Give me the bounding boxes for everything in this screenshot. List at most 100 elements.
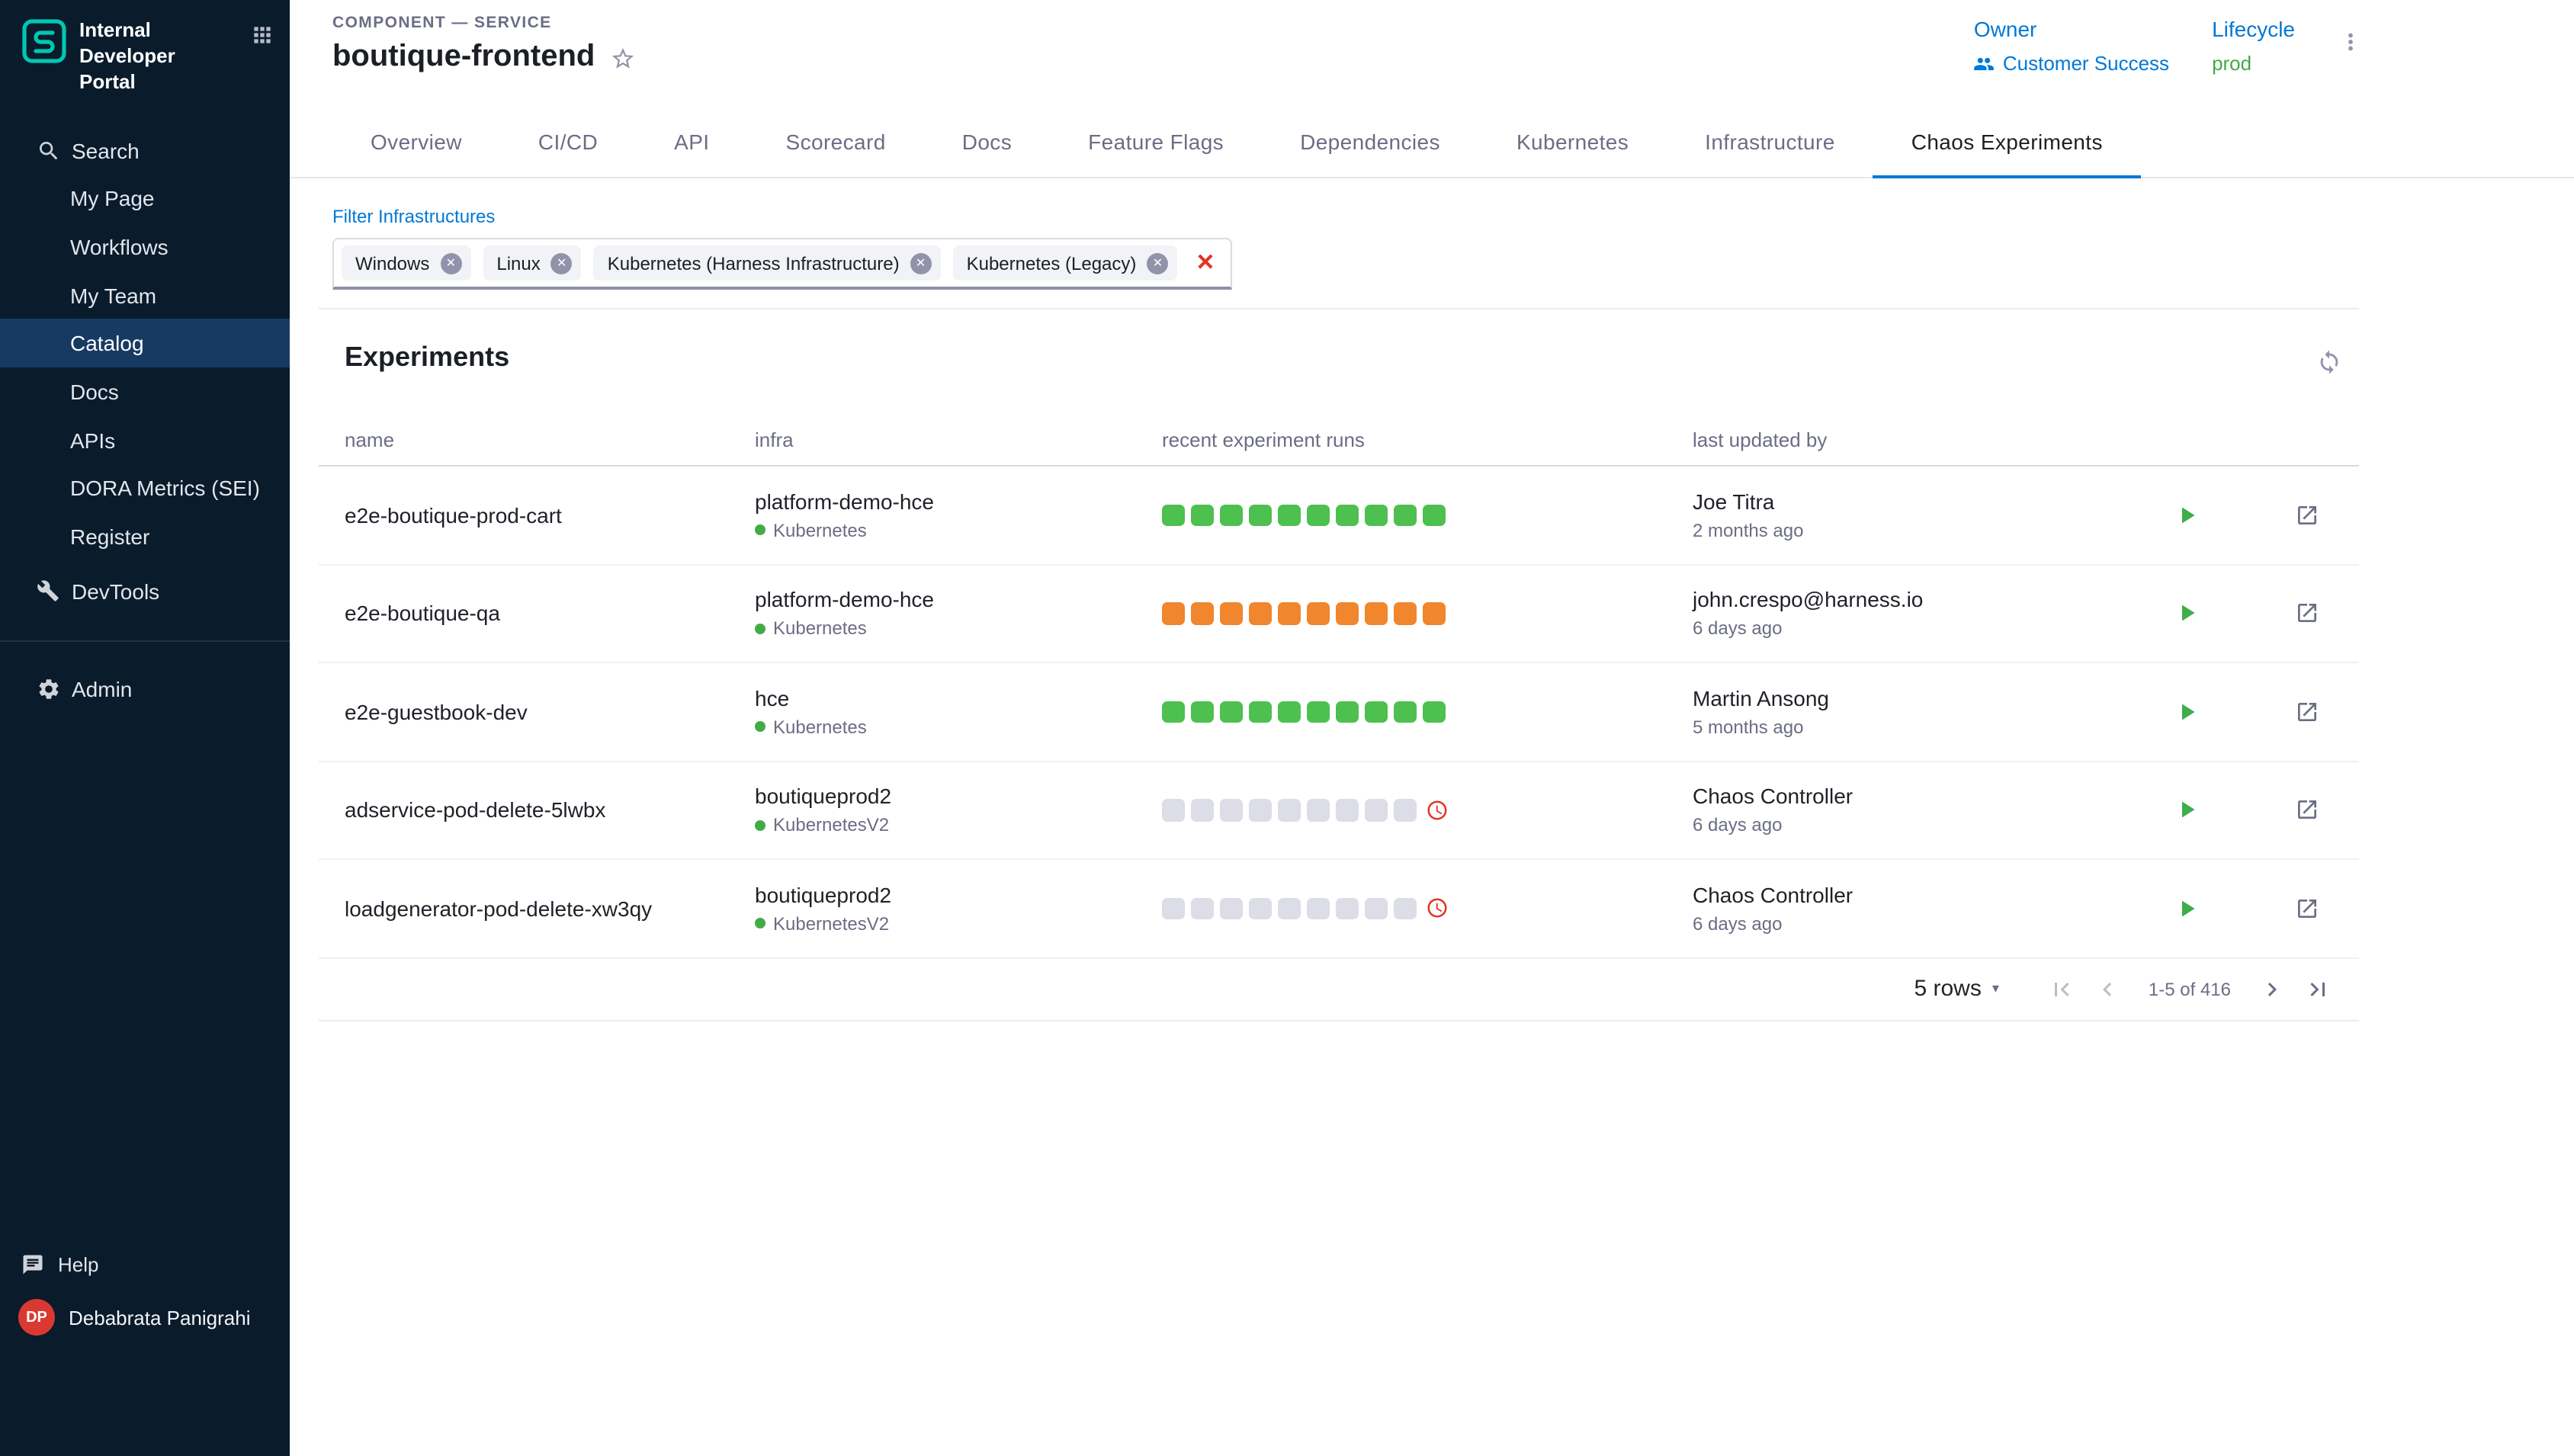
run-square[interactable] [1394,504,1416,526]
sidebar-item-my-page[interactable]: My Page [0,175,290,223]
previous-page-button[interactable] [2094,975,2121,1002]
tab-feature-flags[interactable]: Feature Flags [1050,107,1262,178]
help-button[interactable]: Help [0,1240,290,1288]
run-square[interactable] [1423,602,1445,624]
run-square[interactable] [1336,504,1358,526]
run-square[interactable] [1307,799,1329,821]
open-experiment-button[interactable] [2295,601,2319,626]
run-square[interactable] [1394,799,1416,821]
run-experiment-button[interactable] [2173,600,2200,627]
run-square[interactable] [1394,701,1416,723]
run-square[interactable] [1162,602,1184,624]
tab-dependencies[interactable]: Dependencies [1262,107,1478,178]
run-square[interactable] [1220,504,1242,526]
run-square[interactable] [1307,504,1329,526]
run-square[interactable] [1278,602,1300,624]
run-square[interactable] [1191,701,1213,723]
rows-per-page-select[interactable]: 5 rows ▾ [1914,976,1998,1002]
favorite-star-icon[interactable] [610,46,636,72]
sidebar-item-apis[interactable]: APIs [0,416,290,464]
run-experiment-button[interactable] [2173,797,2200,824]
sidebar-item-docs[interactable]: Docs [0,367,290,415]
next-page-button[interactable] [2258,975,2286,1002]
run-square[interactable] [1162,504,1184,526]
run-square[interactable] [1365,897,1387,919]
run-square[interactable] [1394,602,1416,624]
run-square[interactable] [1336,897,1358,919]
run-square[interactable] [1191,799,1213,821]
apps-grid-icon[interactable] [250,23,274,47]
run-square[interactable] [1423,504,1445,526]
run-square[interactable] [1365,799,1387,821]
lifecycle-label[interactable]: Lifecycle [2212,17,2295,41]
tab-docs[interactable]: Docs [924,107,1050,178]
open-experiment-button[interactable] [2295,798,2319,823]
run-square[interactable] [1278,701,1300,723]
open-experiment-button[interactable] [2295,700,2319,724]
chip-remove-icon[interactable]: ✕ [440,252,461,274]
tab-scorecard[interactable]: Scorecard [748,107,924,178]
run-square[interactable] [1220,701,1242,723]
tab-api[interactable]: API [636,107,747,178]
last-page-button[interactable] [2304,975,2332,1002]
run-square[interactable] [1423,701,1445,723]
tab-overview[interactable]: Overview [332,107,500,178]
owner-label[interactable]: Owner [1974,17,2169,41]
sidebar-item-my-team[interactable]: My Team [0,271,290,319]
chip-remove-icon[interactable]: ✕ [1147,252,1168,274]
tab-ci-cd[interactable]: CI/CD [500,107,636,178]
run-square[interactable] [1278,799,1300,821]
run-square[interactable] [1249,897,1271,919]
run-square[interactable] [1307,897,1329,919]
run-square[interactable] [1249,602,1271,624]
clear-filters-icon[interactable]: ✕ [1196,252,1215,274]
kebab-menu-icon[interactable] [2338,29,2364,55]
refresh-icon[interactable] [2316,349,2342,375]
filter-infrastructures-link[interactable]: Filter Infrastructures [332,206,495,227]
sidebar-item-admin[interactable]: Admin [0,665,290,714]
run-square[interactable] [1307,602,1329,624]
tab-kubernetes[interactable]: Kubernetes [1478,107,1667,178]
run-square[interactable] [1307,701,1329,723]
sidebar-item-catalog[interactable]: Catalog [0,319,290,367]
open-experiment-button[interactable] [2295,896,2319,921]
sidebar-item-dora-metrics-sei[interactable]: DORA Metrics (SEI) [0,464,290,512]
first-page-button[interactable] [2048,975,2075,1002]
open-experiment-button[interactable] [2295,503,2319,528]
run-square[interactable] [1162,701,1184,723]
run-experiment-button[interactable] [2173,895,2200,922]
run-square[interactable] [1336,701,1358,723]
sidebar-item-workflows[interactable]: Workflows [0,223,290,271]
run-square[interactable] [1278,504,1300,526]
run-square[interactable] [1394,897,1416,919]
run-square[interactable] [1220,602,1242,624]
run-square[interactable] [1278,897,1300,919]
run-square[interactable] [1336,602,1358,624]
chip-remove-icon[interactable]: ✕ [551,252,573,274]
run-square[interactable] [1191,504,1213,526]
run-square[interactable] [1365,504,1387,526]
run-square[interactable] [1220,799,1242,821]
run-square[interactable] [1162,897,1184,919]
run-experiment-button[interactable] [2173,698,2200,726]
tab-infrastructure[interactable]: Infrastructure [1667,107,1873,178]
owner-value[interactable]: Customer Success [1974,52,2169,75]
run-square[interactable] [1336,799,1358,821]
user-menu[interactable]: DP Debabrata Panigrahi [0,1288,290,1346]
run-square[interactable] [1162,799,1184,821]
run-square[interactable] [1191,602,1213,624]
sidebar-item-register[interactable]: Register [0,512,290,560]
run-square[interactable] [1220,897,1242,919]
run-experiment-button[interactable] [2173,502,2200,529]
run-square[interactable] [1365,701,1387,723]
sidebar-item-devtools[interactable]: DevTools [0,567,290,615]
infrastructure-filter-input[interactable]: Windows✕Linux✕Kubernetes (Harness Infras… [332,238,1232,290]
run-square[interactable] [1249,504,1271,526]
run-square[interactable] [1249,701,1271,723]
run-square[interactable] [1249,799,1271,821]
chip-remove-icon[interactable]: ✕ [910,252,932,274]
run-square[interactable] [1191,897,1213,919]
run-square[interactable] [1365,602,1387,624]
tab-chaos-experiments[interactable]: Chaos Experiments [1873,107,2141,178]
sidebar-item-search[interactable]: Search [0,126,290,174]
